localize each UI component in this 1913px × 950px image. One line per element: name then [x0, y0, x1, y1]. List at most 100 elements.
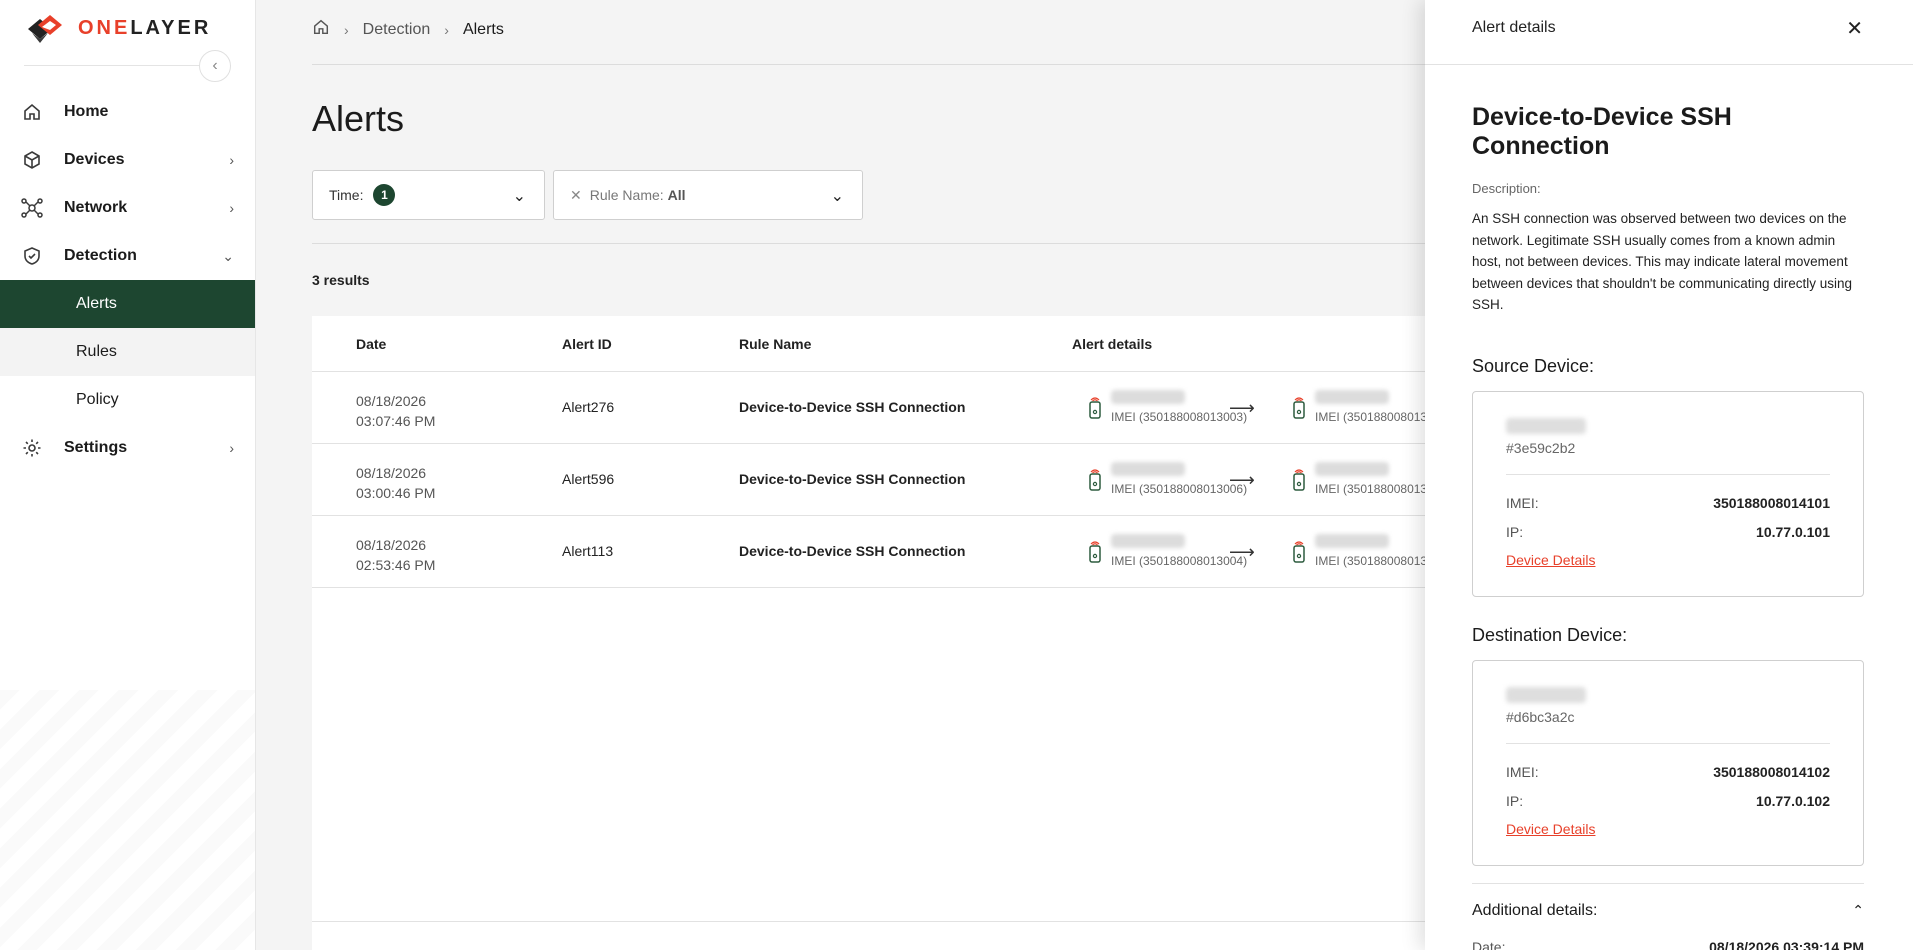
rule-name-filter[interactable]: ✕ Rule Name: All ⌄	[553, 170, 863, 220]
sidebar-item-label: Rules	[76, 343, 117, 360]
chevron-down-icon: ⌄	[830, 188, 844, 205]
panel-body: Device-to-Device SSH Connection Descript…	[1472, 65, 1864, 950]
rule-name-filter-value: All	[667, 187, 686, 203]
source-imei: IMEI (350188008013004)	[1111, 554, 1248, 568]
row-rule-name: Device-to-Device SSH Connection	[739, 471, 966, 487]
time-filter-badge: 1	[373, 184, 396, 206]
panel-header: Alert details ✕	[1425, 0, 1913, 65]
device-icon	[1293, 541, 1305, 563]
sidebar-item-label: Devices	[64, 151, 125, 168]
alert-details-panel: Alert details ✕ Device-to-Device SSH Con…	[1425, 0, 1913, 950]
sidebar-item-detection[interactable]: Detection ⌄	[0, 232, 255, 280]
chevron-right-icon: ›	[344, 21, 349, 38]
chevron-right-icon: ›	[444, 21, 449, 38]
time-filter[interactable]: Time: 1 ⌄	[312, 170, 545, 220]
sidebar-item-devices[interactable]: Devices ›	[0, 136, 255, 184]
rule-name-filter-label: Rule Name:	[589, 187, 664, 203]
card-divider	[1506, 473, 1830, 475]
sidebar-item-label: Alerts	[76, 295, 117, 312]
column-header-alert-id[interactable]: Alert ID	[562, 336, 612, 352]
sidebar: ONELAYER ‹ Home Devices › Network › Dete…	[0, 0, 256, 950]
time-filter-label: Time:	[329, 187, 364, 203]
source-device-hash: #3e59c2b2	[1506, 439, 1576, 456]
device-icon	[1293, 469, 1305, 491]
chevron-left-icon: ‹	[212, 57, 218, 74]
destination-imei: IMEI (350188008013	[1315, 410, 1428, 424]
breadcrumb-detection[interactable]: Detection	[363, 21, 431, 39]
sidebar-item-label: Home	[64, 103, 109, 120]
panel-header-title: Alert details	[1472, 19, 1556, 36]
arrow-right-icon: ⟶	[1229, 470, 1255, 490]
source-imei-row: IMEI: 350188008014101	[1506, 494, 1830, 511]
source-imei: IMEI (350188008013003)	[1111, 410, 1248, 424]
chevron-right-icon: ›	[229, 440, 234, 456]
blurred-device-name	[1506, 686, 1586, 703]
network-icon	[20, 196, 44, 220]
blurred-device-name	[1315, 534, 1389, 548]
row-alert-id: Alert113	[562, 543, 614, 559]
source-imei: IMEI (350188008013006)	[1111, 482, 1248, 496]
sidebar-nav: Home Devices › Network › Detection ⌄ Ale…	[0, 88, 255, 472]
close-icon[interactable]: ✕	[1846, 16, 1863, 41]
row-rule-name: Device-to-Device SSH Connection	[739, 543, 966, 559]
additional-details-toggle[interactable]: Additional details: ⌃	[1472, 902, 1864, 920]
gear-icon	[20, 436, 44, 460]
row-date: 08/18/2026 02:53:46 PM	[356, 537, 436, 573]
destination-device: IMEI (350188008013	[1289, 462, 1427, 496]
column-header-date[interactable]: Date	[356, 336, 386, 352]
sidebar-item-policy[interactable]: Policy	[0, 376, 255, 424]
sidebar-item-label: Settings	[64, 439, 128, 456]
row-date: 08/18/2026 03:07:46 PM	[356, 393, 436, 429]
blurred-device-name	[1315, 462, 1389, 476]
home-icon[interactable]	[312, 18, 330, 41]
arrow-right-icon: ⟶	[1229, 542, 1255, 562]
sidebar-item-network[interactable]: Network ›	[0, 184, 255, 232]
source-device: IMEI (350188008013003)	[1085, 390, 1247, 424]
sidebar-item-label: Network	[64, 199, 128, 216]
column-header-rule-name[interactable]: Rule Name	[739, 336, 811, 352]
destination-imei: IMEI (350188008013	[1315, 554, 1428, 568]
row-alert-id: Alert276	[562, 399, 615, 415]
destination-ip-row: IP: 10.77.0.102	[1506, 792, 1830, 809]
clear-icon[interactable]: ✕	[570, 187, 582, 204]
chevron-down-icon: ⌄	[222, 248, 234, 264]
destination-device: IMEI (350188008013	[1289, 534, 1427, 568]
collapse-sidebar-button[interactable]: ‹	[199, 50, 231, 82]
breadcrumb: › Detection › Alerts	[312, 18, 504, 41]
source-device-details-link[interactable]: Device Details	[1506, 552, 1595, 568]
chevron-right-icon: ›	[229, 152, 234, 168]
sidebar-background-pattern	[0, 690, 255, 950]
blurred-device-name	[1111, 534, 1185, 548]
source-device: IMEI (350188008013004)	[1085, 534, 1247, 568]
row-rule-name: Device-to-Device SSH Connection	[739, 399, 966, 415]
destination-device-details-link[interactable]: Device Details	[1506, 821, 1595, 837]
logo-text: ONELAYER	[78, 16, 212, 39]
column-header-alert-details[interactable]: Alert details	[1072, 336, 1152, 352]
sidebar-item-rules[interactable]: Rules	[0, 328, 255, 376]
logo[interactable]: ONELAYER	[24, 8, 211, 48]
sidebar-item-home[interactable]: Home	[0, 88, 255, 136]
breadcrumb-alerts: Alerts	[462, 20, 504, 38]
chevron-right-icon: ›	[229, 200, 234, 216]
device-icon	[1089, 469, 1101, 491]
sidebar-item-label: Detection	[64, 247, 137, 264]
home-icon	[20, 100, 44, 124]
destination-device: IMEI (350188008013	[1289, 390, 1427, 424]
sidebar-item-settings[interactable]: Settings ›	[0, 424, 255, 472]
sidebar-item-alerts[interactable]: Alerts	[0, 280, 255, 328]
destination-device-title: Destination Device:	[1472, 624, 1628, 645]
alert-title: Device-to-Device SSH Connection	[1472, 103, 1732, 160]
destination-imei-row: IMEI: 350188008014102	[1506, 763, 1830, 780]
arrow-right-icon: ⟶	[1229, 398, 1255, 418]
chevron-down-icon: ⌄	[512, 188, 526, 205]
cube-icon	[20, 148, 44, 172]
card-divider	[1506, 742, 1830, 744]
source-ip-row: IP: 10.77.0.101	[1506, 523, 1830, 540]
additional-date-row: Date: 08/18/2026 03:39:14 PM	[1472, 938, 1864, 950]
blurred-device-name	[1506, 417, 1586, 434]
onelayer-logo-icon	[28, 15, 62, 43]
shield-icon	[20, 244, 44, 268]
source-device-card: #3e59c2b2 IMEI: 350188008014101 IP: 10.77.…	[1472, 390, 1864, 597]
description-label: Description:	[1472, 181, 1541, 196]
device-icon	[1089, 397, 1101, 419]
